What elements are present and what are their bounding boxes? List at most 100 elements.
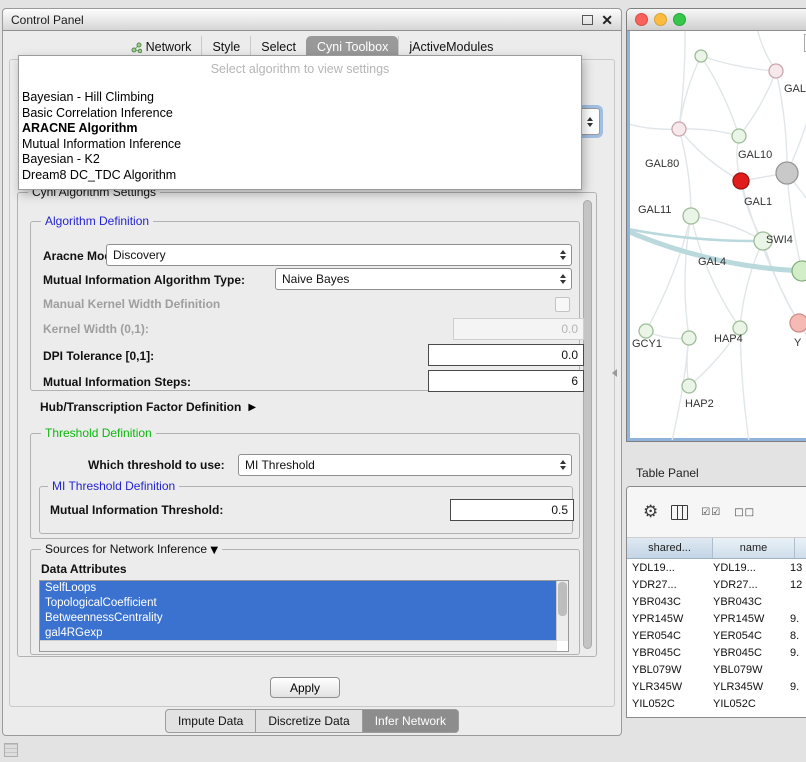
network-graph[interactable]: GAL80GAL10GAL11GAL1SWI4GAL4GCY1HAP4HAP2G… <box>630 31 806 440</box>
table-cell[interactable]: YDL19... <box>708 562 785 574</box>
clear-checks-icon[interactable]: □□ <box>734 507 755 518</box>
dropdown-item[interactable]: Bayesian - Hill Climbing <box>19 90 581 106</box>
table-row[interactable]: YDL19...YDL19...13 <box>627 559 806 576</box>
table-row[interactable]: YBR045CYBR045C9. <box>627 644 806 661</box>
grid-corner-icon[interactable] <box>4 743 18 757</box>
apply-button[interactable]: Apply <box>270 677 340 698</box>
zoom-traffic-light-icon[interactable] <box>673 13 686 26</box>
scrollbar-thumb[interactable] <box>558 582 567 616</box>
column-header-name[interactable]: name <box>713 538 795 558</box>
columns-icon[interactable] <box>671 505 688 520</box>
gear-icon[interactable]: ⚙ <box>643 502 658 522</box>
column-header-partial[interactable] <box>795 538 806 558</box>
network-edge[interactable] <box>691 216 740 328</box>
network-node[interactable] <box>639 324 653 338</box>
dropdown-item-selected[interactable]: ARACNE Algorithm <box>19 121 581 137</box>
table-cell[interactable]: 12 <box>785 579 806 591</box>
network-node[interactable] <box>792 261 806 281</box>
network-node[interactable] <box>769 64 783 78</box>
dpi-tolerance-field[interactable]: 0.0 <box>428 344 584 366</box>
mi-threshold-field[interactable]: 0.5 <box>450 499 574 521</box>
scrollbar-thumb[interactable] <box>583 200 592 649</box>
network-edge[interactable] <box>679 129 691 216</box>
tab-infer-network[interactable]: Infer Network <box>363 709 459 733</box>
network-edge[interactable] <box>787 91 806 173</box>
table-cell[interactable]: YDR27... <box>627 579 708 591</box>
table-row[interactable]: YBR043CYBR043C <box>627 593 806 610</box>
dropdown-item[interactable]: Bayesian - K2 <box>19 152 581 168</box>
dropdown-item[interactable]: Basic Correlation Inference <box>19 106 581 122</box>
kernel-width-field[interactable]: 0.0 <box>453 318 584 340</box>
table-cell[interactable]: YBR043C <box>627 596 708 608</box>
table-cell[interactable]: 9. <box>785 613 806 625</box>
mi-type-combobox[interactable]: Naive Bayes <box>275 268 572 290</box>
select-checks-icon[interactable]: ☑☑ <box>701 507 721 518</box>
column-header-shared-name[interactable]: shared... <box>627 538 713 558</box>
table-cell[interactable]: YIL052C <box>708 698 785 710</box>
table-cell[interactable]: 9. <box>785 681 806 693</box>
algorithm-combobox-stepper[interactable] <box>579 108 600 135</box>
attribute-item[interactable]: gal4RGexp <box>40 626 568 641</box>
network-node[interactable] <box>776 162 798 184</box>
table-cell[interactable]: YDR27... <box>708 579 785 591</box>
network-node[interactable] <box>672 122 686 136</box>
table-row[interactable]: YBL079WYBL079W <box>627 661 806 678</box>
which-threshold-combobox[interactable]: MI Threshold <box>238 454 572 476</box>
attribute-item[interactable]: BetweennessCentrality <box>40 611 568 626</box>
network-edge[interactable] <box>701 56 776 71</box>
network-node[interactable] <box>682 379 696 393</box>
table-cell[interactable]: YBL079W <box>708 664 785 676</box>
table-cell[interactable]: YDL19... <box>627 562 708 574</box>
minimize-traffic-light-icon[interactable] <box>654 13 667 26</box>
network-node[interactable] <box>682 331 696 345</box>
table-cell[interactable]: YER054C <box>627 630 708 642</box>
network-node[interactable] <box>790 314 806 332</box>
table-cell[interactable]: YBR045C <box>708 647 785 659</box>
data-attributes-list[interactable]: SelfLoops TopologicalCoefficient Between… <box>39 580 569 652</box>
dropdown-item[interactable]: Dream8 DC_TDC Algorithm <box>19 168 581 184</box>
network-edge[interactable] <box>740 241 763 328</box>
dropdown-item[interactable]: Mutual Information Inference <box>19 137 581 153</box>
close-window-icon[interactable]: ✕ <box>601 14 613 26</box>
table-cell[interactable]: YIL052C <box>627 698 708 710</box>
tab-discretize-data[interactable]: Discretize Data <box>256 709 362 733</box>
table-cell[interactable]: YPR145W <box>627 613 708 625</box>
float-window-icon[interactable] <box>582 15 593 25</box>
table-cell[interactable]: YBL079W <box>627 664 708 676</box>
table-row[interactable]: YER054CYER054C8. <box>627 627 806 644</box>
network-edge[interactable] <box>701 56 739 136</box>
table-cell[interactable]: YER054C <box>708 630 785 642</box>
network-window-titlebar[interactable] <box>627 9 806 31</box>
table-row[interactable]: YPR145WYPR145W9. <box>627 610 806 627</box>
manual-kernel-checkbox[interactable] <box>555 297 570 312</box>
table-row[interactable]: YIL052CYIL052C <box>627 695 806 712</box>
network-node[interactable] <box>732 129 746 143</box>
settings-scrollbar[interactable] <box>582 199 593 650</box>
tab-impute-data[interactable]: Impute Data <box>165 709 256 733</box>
table-cell[interactable]: 13 <box>785 562 806 574</box>
attribute-item[interactable]: TopologicalCoefficient <box>40 596 568 611</box>
list-horizontal-scrollbar[interactable] <box>40 640 557 651</box>
network-node[interactable] <box>695 50 707 62</box>
table-cell[interactable]: YLR345W <box>708 681 785 693</box>
list-vertical-scrollbar[interactable] <box>556 581 568 641</box>
table-cell[interactable]: YPR145W <box>708 613 785 625</box>
mi-steps-field[interactable]: 6 <box>428 370 584 392</box>
close-traffic-light-icon[interactable] <box>635 13 648 26</box>
table-cell[interactable]: 9. <box>785 647 806 659</box>
panel-splitter-arrow[interactable] <box>612 369 617 377</box>
network-edge[interactable] <box>763 241 799 323</box>
aracne-mode-combobox[interactable]: Discovery <box>106 244 572 266</box>
sources-title[interactable]: Sources for Network Inference ▼ <box>41 542 222 556</box>
table-cell[interactable]: YBR045C <box>627 647 708 659</box>
network-edge[interactable] <box>787 173 802 271</box>
network-node[interactable] <box>683 208 699 224</box>
table-row[interactable]: YDR27...YDR27...12 <box>627 576 806 593</box>
table-cell[interactable]: 8. <box>785 630 806 642</box>
network-canvas[interactable]: GAL80GAL10GAL11GAL1SWI4GAL4GCY1HAP4HAP2G… <box>627 31 806 441</box>
table-cell[interactable]: YLR345W <box>627 681 708 693</box>
network-edge[interactable] <box>739 71 776 136</box>
attribute-item[interactable]: SelfLoops <box>40 581 568 596</box>
control-panel-titlebar[interactable]: Control Panel ✕ <box>3 9 621 31</box>
table-row[interactable]: YLR345WYLR345W9. <box>627 678 806 695</box>
